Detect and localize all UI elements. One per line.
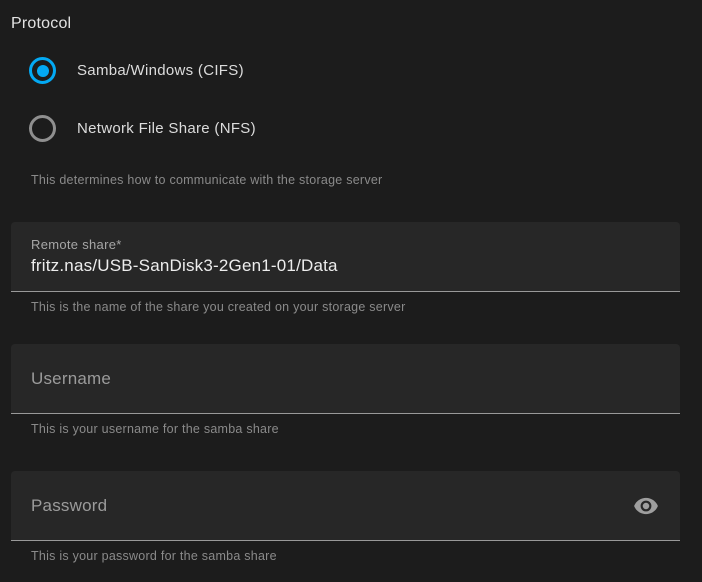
radio-selected-icon[interactable] (29, 57, 56, 84)
radio-option-label: Samba/Windows (CIFS) (77, 62, 244, 79)
username-label: Username (31, 369, 111, 389)
protocol-helper-text: This determines how to communicate with … (31, 173, 680, 187)
remote-share-value: fritz.nas/USB-SanDisk3-2Gen1-01/Data (31, 256, 338, 276)
protocol-group: Protocol Samba/Windows (CIFS) Network Fi… (11, 14, 680, 187)
username-input[interactable]: Username (11, 344, 680, 414)
password-helper-text: This is your password for the samba shar… (31, 549, 680, 563)
radio-unselected-icon[interactable] (29, 115, 56, 142)
password-group: Password This is your password for the s… (11, 471, 680, 563)
remote-share-label: Remote share* (31, 237, 122, 252)
protocol-group-label: Protocol (11, 14, 680, 34)
remote-share-input[interactable]: Remote share* fritz.nas/USB-SanDisk3-2Ge… (11, 222, 680, 292)
password-label: Password (31, 496, 107, 516)
protocol-options: Samba/Windows (CIFS) Network File Share … (11, 57, 680, 142)
storage-config-form: Protocol Samba/Windows (CIFS) Network Fi… (0, 0, 702, 582)
password-visibility-toggle[interactable] (633, 493, 659, 519)
radio-option-samba-cifs[interactable]: Samba/Windows (CIFS) (29, 57, 680, 84)
username-group: Username This is your username for the s… (11, 344, 680, 436)
radio-option-label: Network File Share (NFS) (77, 120, 256, 137)
remote-share-helper-text: This is the name of the share you create… (31, 300, 680, 314)
radio-option-nfs[interactable]: Network File Share (NFS) (29, 115, 680, 142)
remote-share-group: Remote share* fritz.nas/USB-SanDisk3-2Ge… (11, 222, 680, 314)
eye-icon (633, 493, 659, 519)
username-helper-text: This is your username for the samba shar… (31, 422, 680, 436)
password-input[interactable]: Password (11, 471, 680, 541)
